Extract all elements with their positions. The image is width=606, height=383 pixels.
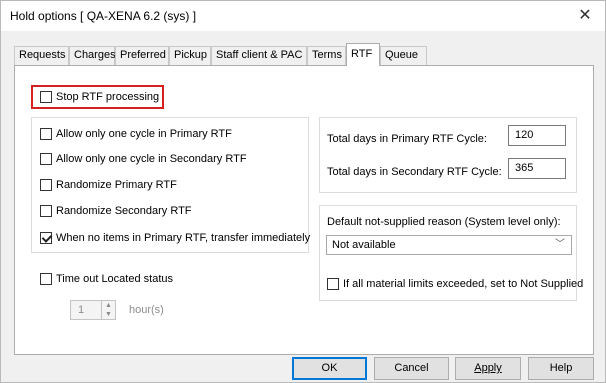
tab-terms[interactable]: Terms [307, 46, 346, 65]
tab-rtf[interactable]: RTF [346, 43, 380, 66]
secondary-days-label: Total days in Secondary RTF Cycle: [327, 166, 502, 178]
randomize-primary-label: Randomize Primary RTF [56, 179, 177, 191]
tab-queue[interactable]: Queue [380, 46, 427, 65]
limits-exceeded-label: If all material limits exceeded, set to … [343, 278, 584, 290]
primary-days-input[interactable]: 120 [508, 125, 566, 146]
option-row-one-cycle-primary[interactable]: Allow only one cycle in Primary RTF [40, 128, 232, 140]
stepper-up-icon[interactable]: ▲ [102, 301, 115, 310]
tab-preferred[interactable]: Preferred [115, 46, 169, 65]
transfer-immediately-label: When no items in Primary RTF, transfer i… [56, 232, 311, 244]
not-supplied-select[interactable]: Not available ﹀ [326, 235, 572, 255]
one-cycle-secondary-checkbox[interactable] [40, 153, 52, 165]
not-supplied-label: Default not-supplied reason (System leve… [327, 216, 561, 228]
help-button[interactable]: Help [528, 357, 594, 380]
timeout-unit-label: hour(s) [129, 304, 164, 316]
one-cycle-primary-label: Allow only one cycle in Primary RTF [56, 128, 232, 140]
hold-options-dialog: Hold options [ QA-XENA 6.2 (sys) ] ✕ Req… [0, 0, 606, 383]
option-row-randomize-primary[interactable]: Randomize Primary RTF [40, 179, 177, 191]
not-supplied-selected: Not available [332, 239, 396, 251]
option-row-randomize-secondary[interactable]: Randomize Secondary RTF [40, 205, 192, 217]
secondary-days-input[interactable]: 365 [508, 158, 566, 179]
tab-pickup[interactable]: Pickup [169, 46, 211, 65]
option-row-transfer-immediately[interactable]: When no items in Primary RTF, transfer i… [40, 232, 310, 244]
timeout-hours-stepper[interactable]: 1 ▲ ▼ [70, 300, 116, 320]
ok-button[interactable]: OK [292, 357, 367, 380]
timeout-located-row[interactable]: Time out Located status [40, 273, 173, 285]
timeout-located-checkbox[interactable] [40, 273, 52, 285]
stop-rtf-checkbox[interactable] [40, 91, 52, 103]
one-cycle-primary-checkbox[interactable] [40, 128, 52, 140]
window-title: Hold options [ QA-XENA 6.2 (sys) ] [10, 9, 197, 23]
randomize-primary-checkbox[interactable] [40, 179, 52, 191]
apply-button-label: Apply [474, 362, 502, 374]
tab-staff-client-pac[interactable]: Staff client & PAC [211, 46, 307, 65]
tab-charges[interactable]: Charges [69, 46, 116, 65]
timeout-located-label: Time out Located status [56, 273, 173, 285]
timeout-hours-value: 1 [78, 304, 85, 316]
apply-button[interactable]: Apply [455, 357, 521, 380]
title-bar: Hold options [ QA-XENA 6.2 (sys) ] ✕ [1, 1, 605, 31]
stop-rtf-checkbox-row[interactable]: Stop RTF processing [40, 91, 159, 103]
chevron-down-icon[interactable]: ﹀ [555, 238, 565, 252]
randomize-secondary-label: Randomize Secondary RTF [56, 205, 192, 217]
stepper-down-icon[interactable]: ▼ [102, 310, 115, 319]
randomize-secondary-checkbox[interactable] [40, 205, 52, 217]
tab-requests[interactable]: Requests [14, 46, 69, 65]
one-cycle-secondary-label: Allow only one cycle in Secondary RTF [56, 153, 247, 165]
transfer-immediately-checkbox[interactable] [40, 232, 52, 244]
option-row-one-cycle-secondary[interactable]: Allow only one cycle in Secondary RTF [40, 153, 247, 165]
primary-days-label: Total days in Primary RTF Cycle: [327, 133, 487, 145]
close-icon[interactable]: ✕ [575, 6, 595, 26]
limits-exceeded-checkbox[interactable] [327, 278, 339, 290]
limits-exceeded-row[interactable]: If all material limits exceeded, set to … [327, 278, 583, 290]
cancel-button[interactable]: Cancel [374, 357, 449, 380]
stop-rtf-label: Stop RTF processing [56, 91, 160, 103]
stepper-arrows[interactable]: ▲ ▼ [101, 301, 115, 319]
